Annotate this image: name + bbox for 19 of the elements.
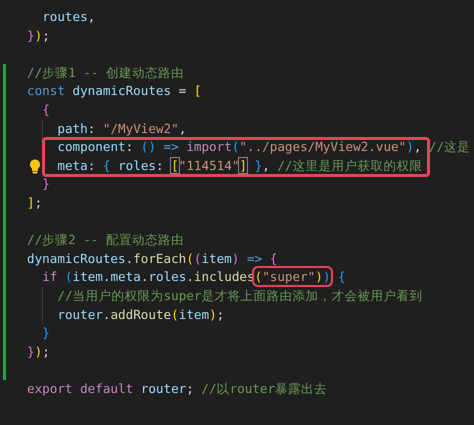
code-line: router.addRoute(item); (57, 306, 224, 324)
code-line: component: () => import("../pages/MyView2.vue"), //这是 (57, 138, 470, 156)
code-line: dynamicRoutes.forEach((item) => { (27, 250, 278, 268)
code-line: //当用户的权限为super是才将上面路由添加，才会被用户看到 (57, 286, 422, 305)
code-line: const dynamicRoutes = [ (27, 82, 202, 100)
code-line: meta: { roles: ["114514"] }, //这里是用户获取的权限 (57, 156, 423, 175)
code-line: export default router; //以router暴露出去 (27, 380, 328, 398)
lightbulb-icon[interactable] (29, 158, 41, 174)
code-line: //步骤2 -- 配置动态路由 (27, 231, 184, 250)
code-line: ]; (27, 194, 42, 212)
code-line: if (item.meta.roles.includes("super")) { (42, 268, 346, 287)
code-line: }); (27, 342, 50, 361)
code-line: path: "/MyView2", (57, 120, 186, 138)
code-line: routes, (42, 8, 96, 26)
code-line: }); (27, 26, 50, 45)
code-line: { (42, 100, 50, 119)
code-line: //步骤1 -- 创建动态路由 (27, 64, 184, 82)
code-line: } (42, 324, 50, 342)
code-line: } (42, 175, 50, 194)
